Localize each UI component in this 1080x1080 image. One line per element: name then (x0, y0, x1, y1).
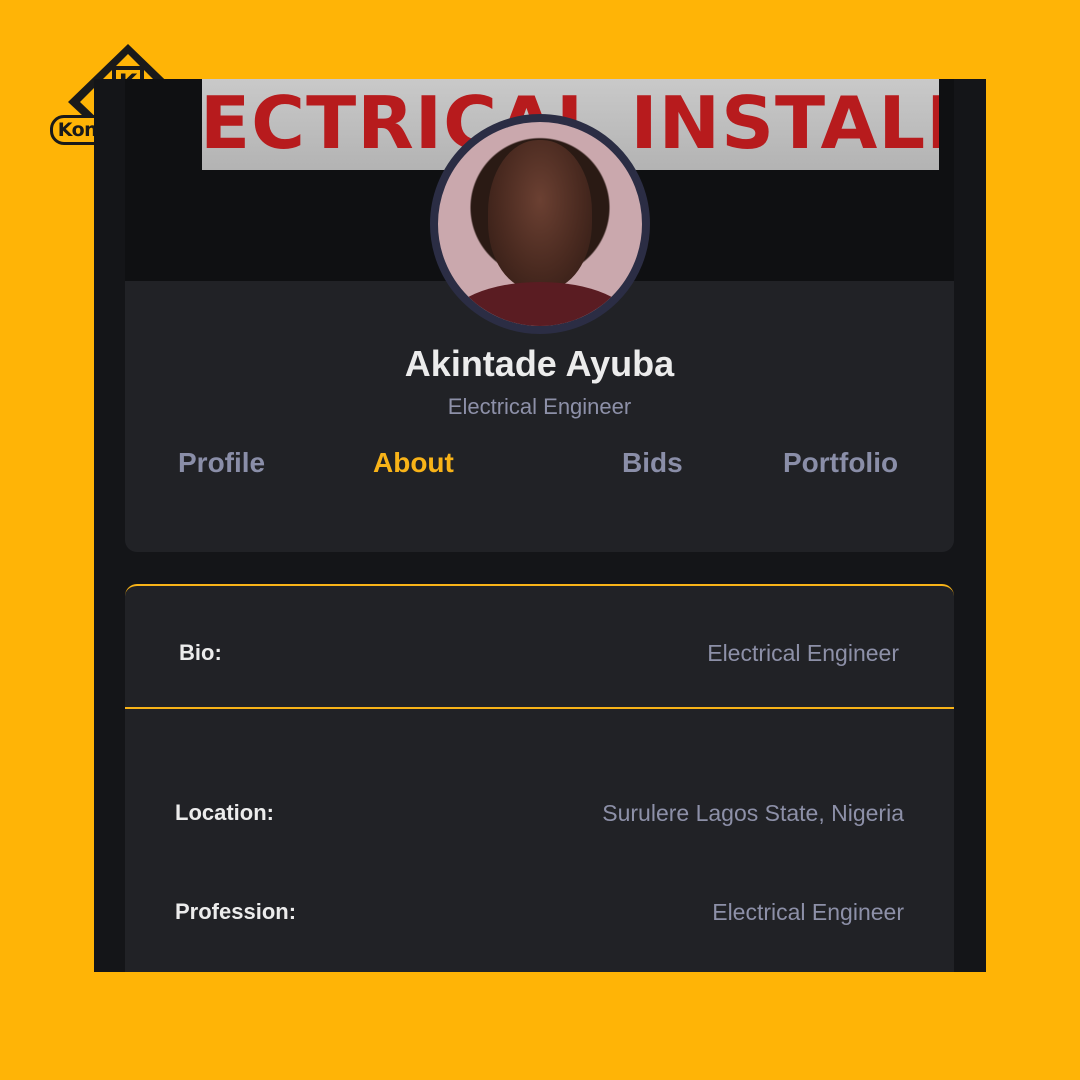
about-divider (125, 707, 954, 709)
location-row: Location: Surulere Lagos State, Nigeria (125, 800, 954, 840)
app-screen: ECTRICAL INSTALLATIO Akintade Ayuba Elec… (94, 79, 986, 972)
tab-bids[interactable]: Bids (622, 447, 683, 479)
profile-name: Akintade Ayuba (404, 343, 675, 384)
location-label: Location: (175, 800, 274, 825)
avatar[interactable] (430, 114, 650, 334)
profile-title: Electrical Engineer (447, 394, 632, 419)
about-card: Bio: Electrical Engineer Location: Surul… (125, 584, 954, 972)
tab-about[interactable]: About (373, 447, 454, 479)
profile-tabs: Profile About Bids Portfolio (125, 447, 954, 487)
tab-portfolio[interactable]: Portfolio (783, 447, 898, 479)
profession-value: Electrical Engineer (712, 899, 904, 925)
location-value: Surulere Lagos State, Nigeria (602, 800, 904, 826)
bio-row: Bio: Electrical Engineer (125, 640, 954, 680)
bio-label: Bio: (179, 640, 222, 665)
profession-row: Profession: Electrical Engineer (125, 899, 954, 939)
profession-label: Profession: (175, 899, 297, 924)
avatar-face (488, 140, 592, 290)
tab-profile[interactable]: Profile (178, 447, 265, 479)
bio-value: Electrical Engineer (707, 640, 899, 666)
